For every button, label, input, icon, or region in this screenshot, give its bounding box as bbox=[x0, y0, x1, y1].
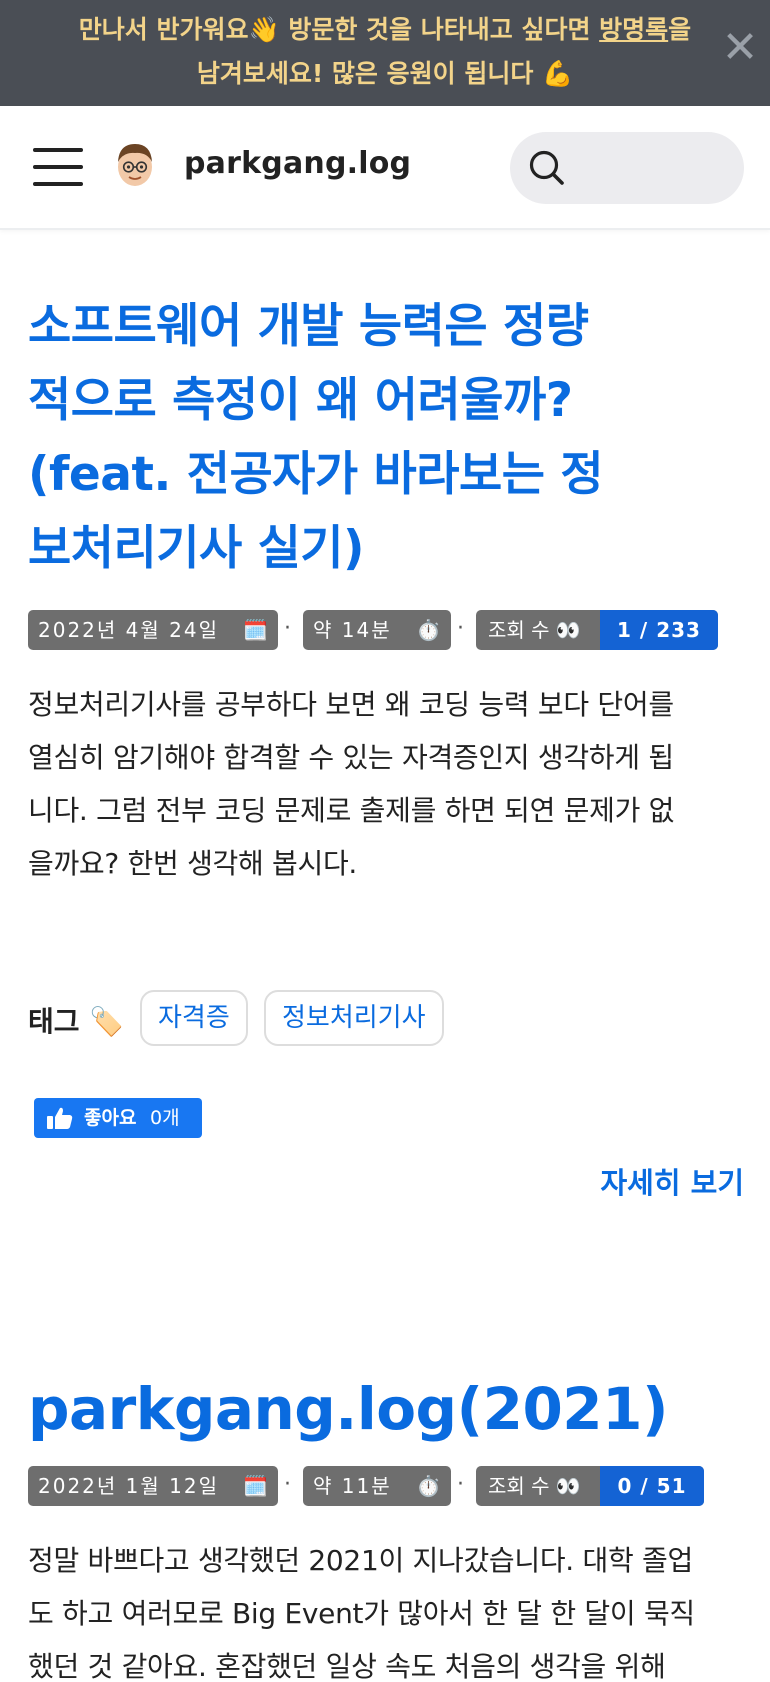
date-badge: 2022년 4월 24일 🗓️ bbox=[28, 610, 278, 650]
meta-separator: · bbox=[284, 1472, 291, 1497]
excerpt-line: 니다. 그럼 전부 코딩 문제로 출제를 하면 되연 문제가 없 bbox=[28, 794, 675, 827]
notice-text: 만나서 반가워요👋 방문한 것을 나타내고 싶다면 bbox=[78, 15, 600, 44]
search-input[interactable] bbox=[510, 132, 744, 204]
views-label: 조회 수 👀 bbox=[488, 1474, 581, 1498]
calendar-icon: 🗓️ bbox=[243, 618, 270, 642]
post-title-line: (feat. 전공자가 바라보는 정 bbox=[28, 447, 604, 502]
read-more-link[interactable]: 자세히 보기 bbox=[601, 1160, 745, 1202]
site-header: parkgang.log bbox=[0, 106, 770, 230]
views-count: 1 / 233 bbox=[600, 610, 718, 650]
excerpt-line: 도 하고 여러모로 Big Event가 많아서 한 달 한 달이 묵직 bbox=[28, 1597, 695, 1630]
notice-line-1: 만나서 반가워요👋 방문한 것을 나타내고 싶다면 방명록을 bbox=[0, 8, 770, 52]
tags-label: 태그 🏷️ bbox=[28, 1005, 125, 1038]
read-time: 약 14분 bbox=[313, 618, 392, 642]
guestbook-link[interactable]: 방명록 bbox=[599, 15, 668, 44]
post-card: parkgang.log(2021) 2022년 1월 12일 🗓️ · 약 1… bbox=[28, 1372, 744, 1682]
excerpt-line: 열심히 암기해야 합격할 수 있는 자격증인지 생각하게 됩 bbox=[28, 741, 674, 774]
post-excerpt: 정보처리기사를 공부하다 보면 왜 코딩 능력 보다 단어를 열심히 암기해야 … bbox=[28, 678, 744, 890]
tag-list: 태그 🏷️ 자격증 정보처리기사 bbox=[28, 990, 744, 1046]
date-badge: 2022년 1월 12일 🗓️ bbox=[28, 1466, 278, 1506]
like-button[interactable]: 좋아요 0개 bbox=[34, 1098, 202, 1138]
stopwatch-icon: ⏱️ bbox=[416, 1474, 443, 1498]
read-time: 약 11분 bbox=[313, 1474, 392, 1498]
post-title[interactable]: 소프트웨어 개발 능력은 정량 적으로 측정이 왜 어려울까? (feat. 전… bbox=[28, 290, 744, 586]
post-date: 2022년 1월 12일 bbox=[38, 1474, 219, 1498]
post-card: 소프트웨어 개발 능력은 정량 적으로 측정이 왜 어려울까? (feat. 전… bbox=[28, 290, 744, 1200]
notice-text-suffix: 을 bbox=[668, 15, 692, 44]
site-title[interactable]: parkgang.log bbox=[184, 146, 411, 181]
views-badge: 조회 수 👀 1 / 233 bbox=[476, 610, 718, 650]
tag-chip[interactable]: 정보처리기사 bbox=[264, 990, 444, 1046]
post-meta: 2022년 1월 12일 🗓️ · 약 11분 ⏱️ · 조회 수 👀 0 / … bbox=[28, 1466, 744, 1506]
views-badge: 조회 수 👀 0 / 51 bbox=[476, 1466, 704, 1506]
meta-separator: · bbox=[457, 1472, 464, 1497]
post-excerpt: 정말 바쁘다고 생각했던 2021이 지나갔습니다. 대학 졸업 도 하고 여러… bbox=[28, 1534, 744, 1682]
stopwatch-icon: ⏱️ bbox=[416, 618, 443, 642]
post-title-line: 소프트웨어 개발 능력은 정량 bbox=[28, 299, 589, 354]
meta-separator: · bbox=[457, 616, 464, 641]
thumbs-up-icon bbox=[47, 1107, 73, 1129]
tag-chip[interactable]: 자격증 bbox=[140, 990, 248, 1046]
calendar-icon: 🗓️ bbox=[243, 1474, 270, 1498]
excerpt-line: 정말 바쁘다고 생각했던 2021이 지나갔습니다. 대학 졸업 bbox=[28, 1544, 693, 1577]
like-label: 좋아요 bbox=[84, 1107, 137, 1129]
post-title-line: 보처리기사 실기) bbox=[28, 521, 365, 576]
like-count: 0개 bbox=[150, 1107, 180, 1129]
notice-line-2: 남겨보세요! 많은 응원이 됩니다 💪 bbox=[196, 59, 574, 88]
read-time-badge: 약 11분 ⏱️ bbox=[303, 1466, 451, 1506]
meta-separator: · bbox=[284, 616, 291, 641]
excerpt-line: 했던 것 같아요. 혼잡했던 일상 속도 처음의 생각을 위해 bbox=[28, 1650, 666, 1682]
menu-icon[interactable] bbox=[33, 148, 83, 186]
close-icon[interactable]: ✕ bbox=[720, 26, 760, 70]
search-icon bbox=[529, 150, 564, 185]
post-date: 2022년 4월 24일 bbox=[38, 618, 219, 642]
avatar[interactable] bbox=[114, 140, 156, 190]
post-title-line: 적으로 측정이 왜 어려울까? bbox=[28, 373, 573, 428]
post-meta: 2022년 4월 24일 🗓️ · 약 14분 ⏱️ · 조회 수 👀 1 / … bbox=[28, 610, 744, 650]
post-title[interactable]: parkgang.log(2021) bbox=[28, 1372, 744, 1446]
read-time-badge: 약 14분 ⏱️ bbox=[303, 610, 451, 650]
excerpt-line: 을까요? 한번 생각해 봅시다. bbox=[28, 847, 358, 880]
views-label: 조회 수 👀 bbox=[488, 618, 581, 642]
notice-banner: 만나서 반가워요👋 방문한 것을 나타내고 싶다면 방명록을 남겨보세요! 많은… bbox=[0, 0, 770, 106]
excerpt-line: 정보처리기사를 공부하다 보면 왜 코딩 능력 보다 단어를 bbox=[28, 688, 674, 721]
views-count: 0 / 51 bbox=[600, 1466, 704, 1506]
